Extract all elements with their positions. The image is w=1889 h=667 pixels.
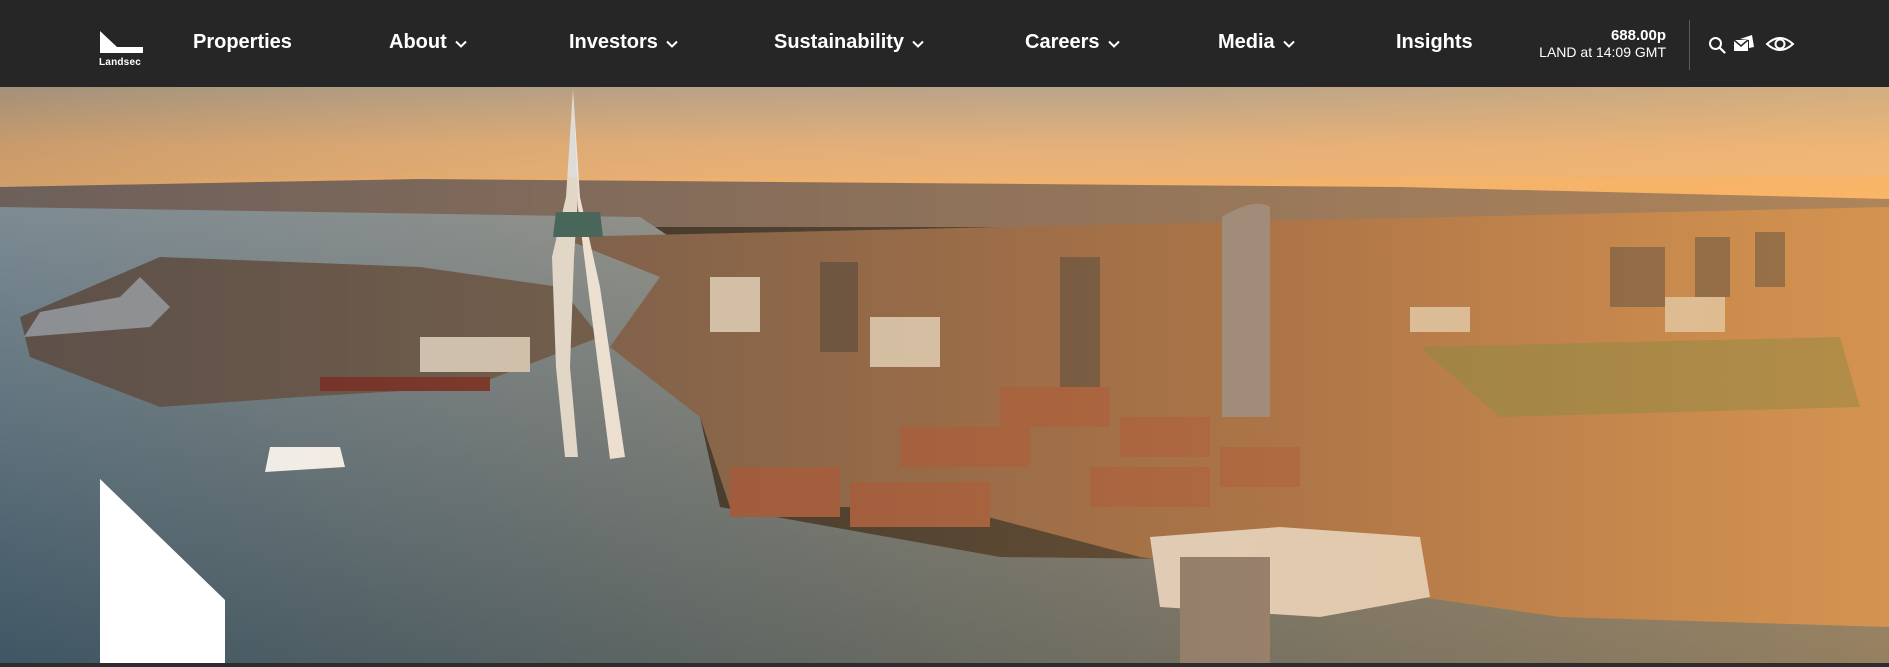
chevron-down-icon — [666, 40, 678, 48]
nav-item-label: Insights — [1396, 30, 1473, 53]
chevron-down-icon — [455, 40, 467, 48]
nav-item-label: Properties — [193, 30, 292, 53]
chevron-down-icon — [912, 40, 924, 48]
share-price-timestamp: LAND at 14:09 GMT — [1539, 44, 1666, 60]
portsmouth-harbour-aerial — [0, 87, 1889, 667]
nav-item-about[interactable]: About — [389, 27, 467, 57]
nav-item-careers[interactable]: Careers — [1025, 27, 1120, 57]
chevron-down-icon — [1282, 40, 1295, 48]
mail-icon[interactable] — [1733, 34, 1755, 54]
landsec-logo-mark — [100, 17, 143, 53]
nav-item-media[interactable]: Media — [1218, 27, 1295, 57]
chevron-down-icon — [1107, 40, 1120, 48]
nav-item-label: Sustainability — [774, 30, 905, 53]
nav-item-insights[interactable]: Insights — [1396, 27, 1473, 57]
page-edge — [0, 663, 1889, 667]
search-icon[interactable] — [1708, 36, 1726, 54]
top-navigation-bar: Landsec Properties About Investors Susta… — [0, 0, 1889, 87]
nav-item-sustainability[interactable]: Sustainability — [774, 27, 924, 57]
eye-icon[interactable] — [1765, 34, 1795, 54]
nav-item-investors[interactable]: Investors — [569, 27, 678, 57]
nav-divider — [1689, 20, 1690, 70]
nav-item-properties[interactable]: Properties — [193, 27, 292, 57]
logo-wordmark: Landsec — [99, 57, 141, 68]
share-price-widget[interactable]: 688.00p LAND at 14:09 GMT — [1500, 27, 1666, 61]
hero-aerial-image — [0, 87, 1889, 667]
nav-item-label: Careers — [1025, 30, 1100, 53]
nav-item-label: Media — [1218, 30, 1275, 53]
nav-item-label: About — [389, 30, 447, 53]
nav-item-label: Investors — [569, 30, 658, 53]
landsec-logo[interactable]: Landsec — [97, 17, 147, 71]
share-price-value: 688.00p — [1610, 27, 1666, 44]
